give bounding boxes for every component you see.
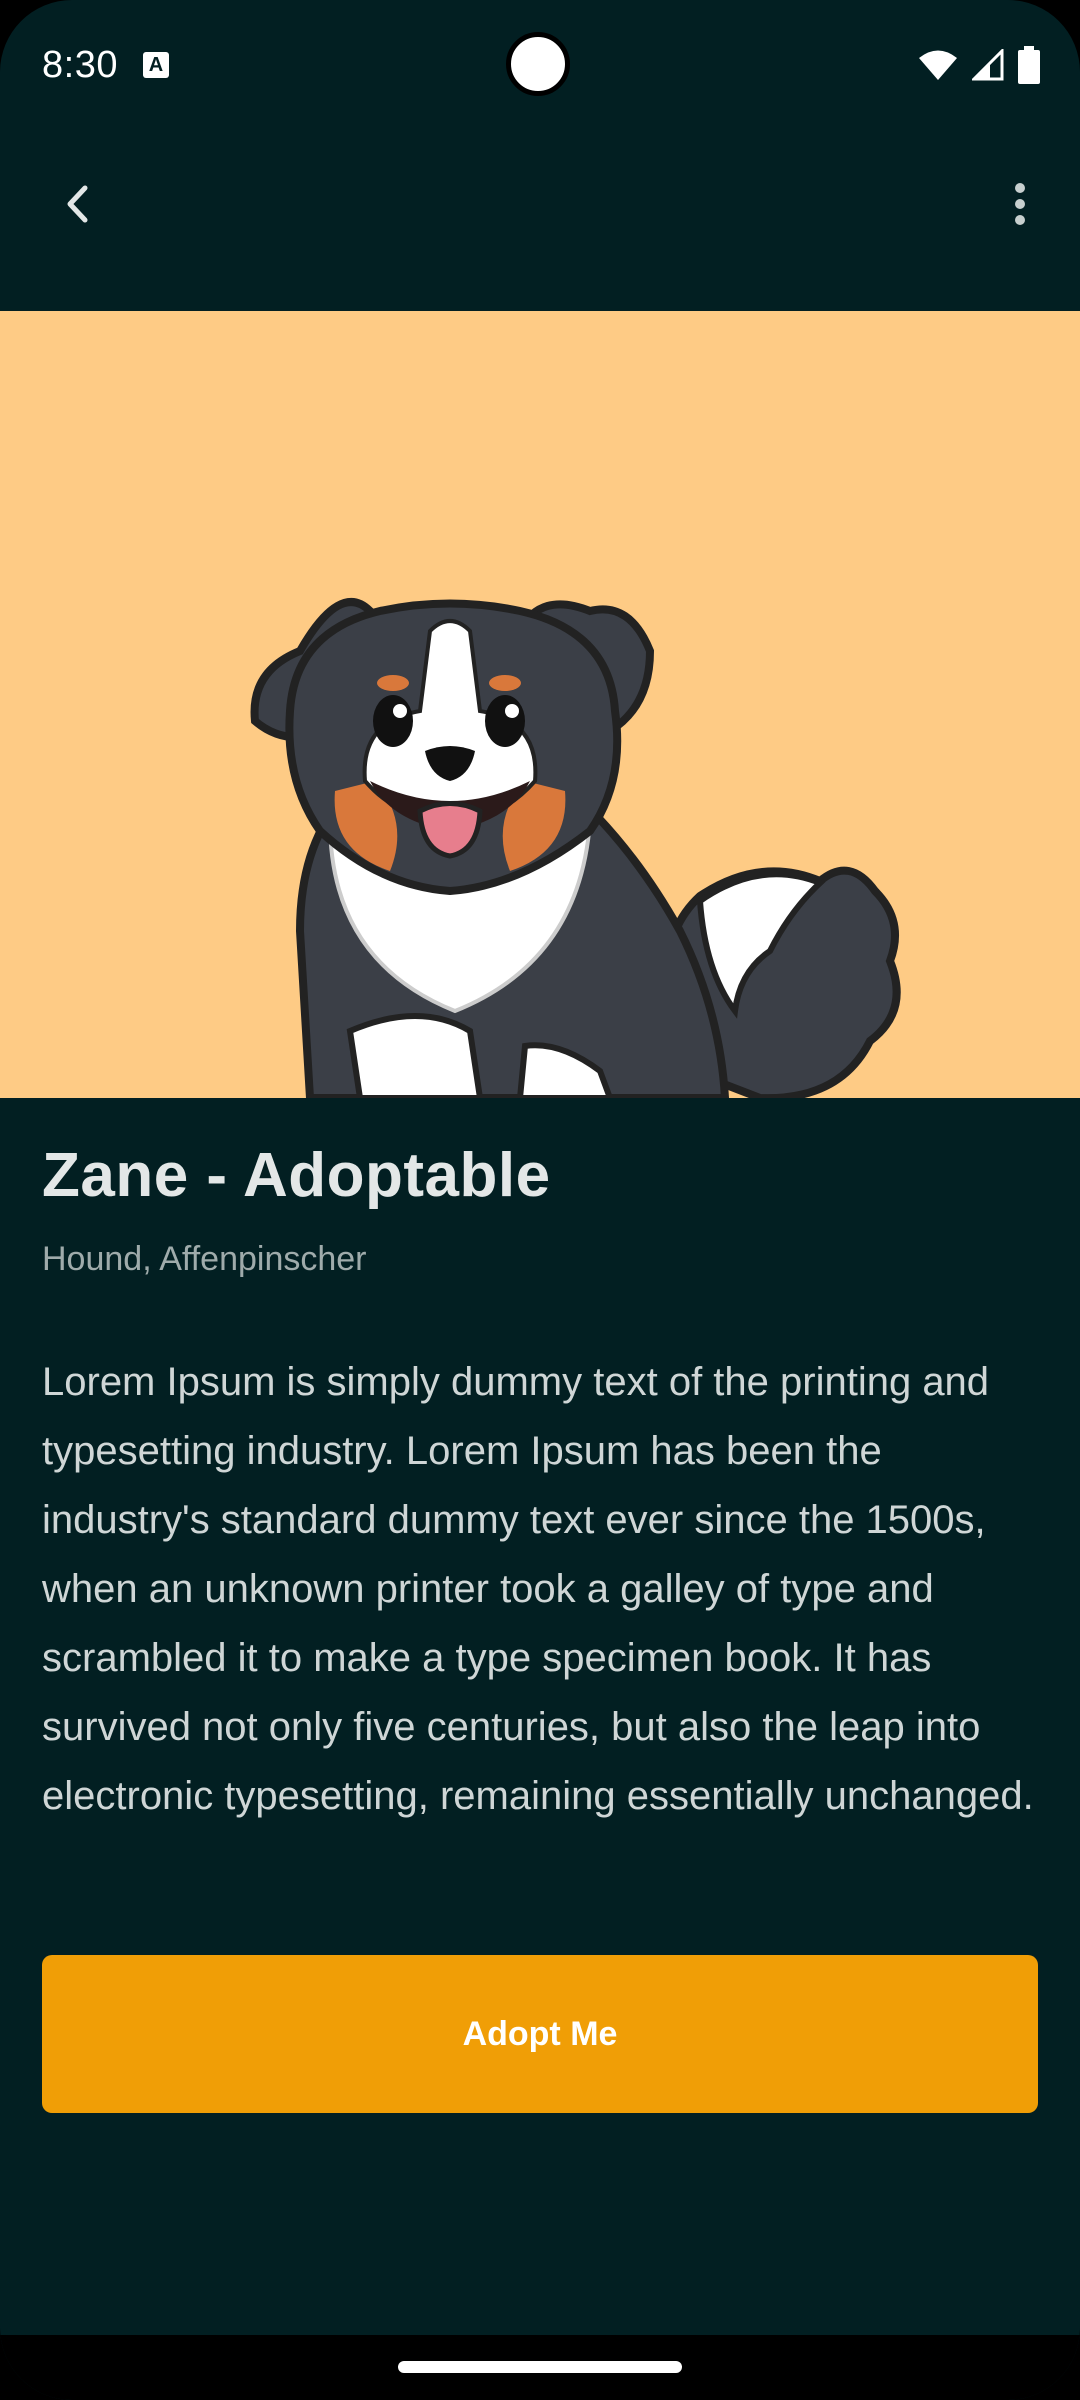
wifi-icon (919, 50, 957, 80)
cartoon-dog-illustration (250, 598, 901, 1098)
pet-description: Lorem Ipsum is simply dummy text of the … (42, 1360, 1034, 1818)
camera-cutout (506, 32, 570, 96)
status-bar: 8:30 A (0, 0, 1080, 130)
app-screen: 8:30 A Zane - Adoptable Hound, Affenpins… (0, 0, 1080, 2400)
a-letter-icon: A (143, 52, 169, 78)
status-icons (918, 46, 1040, 84)
adopt-me-button[interactable]: Adopt Me (42, 1955, 1038, 2113)
battery-icon (1018, 46, 1040, 84)
chevron-left-icon[interactable] (52, 174, 112, 234)
more-vertical-icon[interactable] (1000, 174, 1040, 234)
pet-title: Zane - Adoptable (42, 1141, 551, 1210)
app-bar (0, 150, 1080, 260)
status-time: 8:30 (42, 44, 118, 86)
pet-breeds: Hound, Affenpinscher (42, 1240, 367, 1278)
cell-signal-icon (972, 49, 1004, 81)
home-gesture-handle[interactable] (398, 2361, 682, 2373)
pet-hero-image (0, 311, 1080, 1098)
